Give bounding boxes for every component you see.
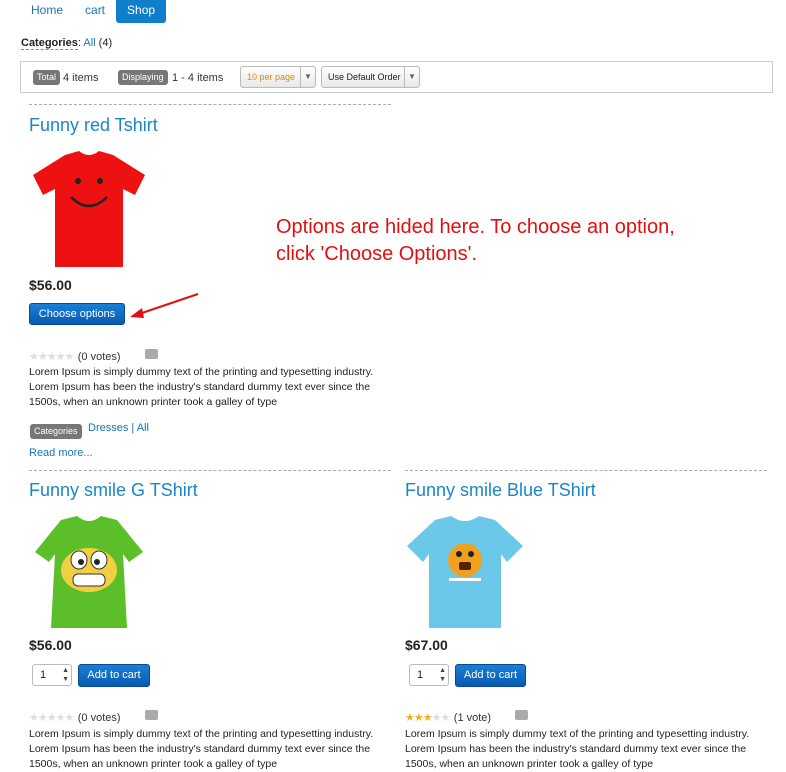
total-badge: Total (33, 70, 61, 85)
quantity-stepper[interactable]: 1 ▲ ▼ (409, 664, 449, 686)
rating-stars[interactable]: ★★★★★ (405, 712, 450, 724)
chevron-down-icon: ▼ (404, 67, 419, 87)
product-title[interactable]: Funny red Tshirt (29, 115, 158, 136)
votes-count: (0 votes) (77, 351, 121, 363)
wishlist-icon[interactable] (145, 349, 158, 359)
read-more-link[interactable]: Read more... (29, 447, 93, 459)
product-divider (29, 104, 391, 105)
rating-stars[interactable]: ★★★★★ (29, 351, 74, 363)
product-price: $56.00 (29, 637, 72, 653)
top-nav: Home cart Shop (20, 0, 167, 23)
product-categories-badge: Categories (30, 424, 82, 439)
rating-row: ★★★★★ (0 votes) (29, 347, 158, 365)
product-price: $56.00 (29, 277, 72, 293)
product-description: Lorem Ipsum is simply dummy text of the … (29, 366, 374, 408)
nav-home[interactable]: Home (20, 0, 74, 23)
votes-count: (0 votes) (77, 712, 121, 724)
votes-count: (1 vote) (453, 712, 492, 724)
rating-row: ★★★★★ (1 vote) (405, 708, 528, 726)
order-value: Use Default Order (328, 72, 401, 82)
add-to-cart-button[interactable]: Add to cart (78, 664, 150, 687)
nav-cart[interactable]: cart (74, 0, 116, 23)
choose-options-button[interactable]: Choose options (29, 303, 125, 325)
quantity-value: 1 (417, 669, 424, 681)
product-image-red-tshirt[interactable] (29, 147, 149, 271)
product-title[interactable]: Funny smile G TShirt (29, 480, 198, 501)
product-description: Lorem Ipsum is simply dummy text of the … (29, 728, 374, 770)
categories-count: (4) (98, 37, 113, 49)
add-to-cart-button[interactable]: Add to cart (455, 664, 526, 687)
quantity-value: 1 (40, 669, 47, 681)
wishlist-icon[interactable] (515, 710, 528, 720)
stepper-arrows-icon[interactable]: ▲ ▼ (62, 666, 69, 684)
nav-shop[interactable]: Shop (116, 0, 167, 23)
product-image-green-tshirt[interactable] (29, 514, 149, 634)
categories-all-link[interactable]: All (83, 37, 95, 49)
chevron-down-icon: ▼ (300, 67, 315, 87)
product-description: Lorem Ipsum is simply dummy text of the … (405, 728, 750, 770)
rating-stars[interactable]: ★★★★★ (29, 712, 74, 724)
total-value: 4 items (63, 72, 99, 84)
categories-label: Categories (21, 37, 78, 50)
rating-row: ★★★★★ (0 votes) (29, 708, 158, 726)
categories-line: Categories: All (4) (21, 37, 113, 50)
annotation-text: Options are hided here. To choose an opt… (276, 216, 675, 265)
annotation-arrow-icon (130, 293, 199, 318)
product-image-blue-tshirt[interactable] (405, 514, 525, 634)
product-title[interactable]: Funny smile Blue TShirt (405, 480, 596, 501)
product-categories-links[interactable]: Dresses | All (88, 422, 149, 434)
product-divider (405, 470, 767, 471)
per-page-value: 10 per page (247, 72, 296, 82)
wishlist-icon[interactable] (145, 710, 158, 720)
product-price: $67.00 (405, 637, 448, 653)
displaying-badge: Displaying (118, 70, 168, 85)
quantity-stepper[interactable]: 1 ▲ ▼ (32, 664, 72, 686)
displaying-value: 1 - 4 items (172, 72, 224, 84)
stepper-arrows-icon[interactable]: ▲ ▼ (439, 666, 446, 684)
filter-bar: Total 4 items Displaying 1 - 4 items 10 … (20, 61, 773, 93)
order-select[interactable]: Use Default Order ▼ (321, 66, 420, 88)
product-divider (29, 470, 391, 471)
per-page-select[interactable]: 10 per page ▼ (240, 66, 316, 88)
